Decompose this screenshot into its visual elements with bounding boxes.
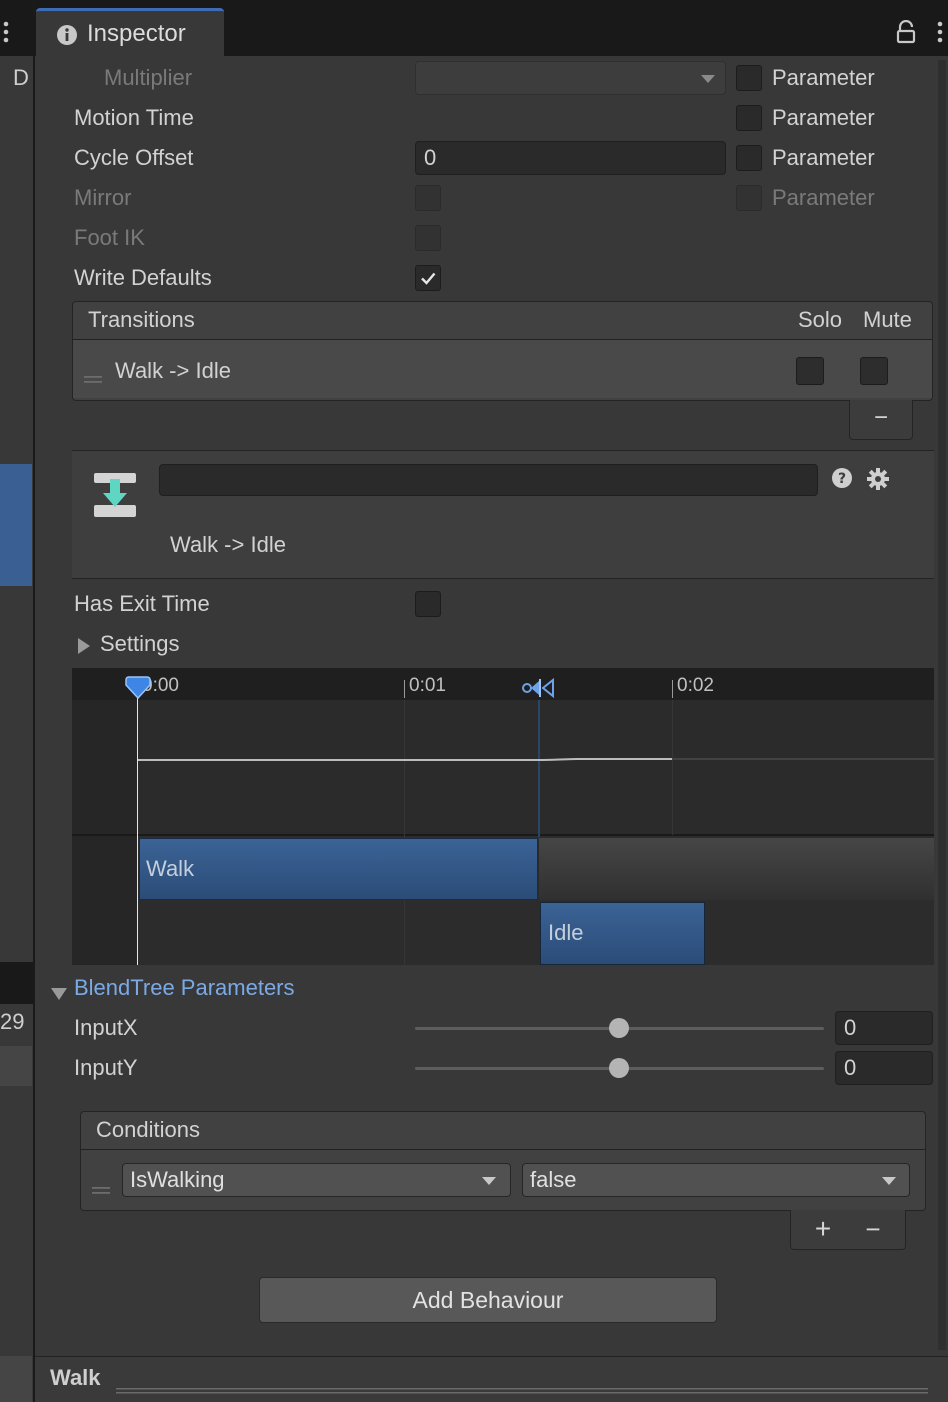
playhead-line <box>137 690 138 965</box>
write-defaults-checkbox[interactable] <box>415 265 441 291</box>
walk-clip[interactable]: Walk <box>139 838 538 900</box>
detail-bottom-divider <box>72 578 934 579</box>
inputx-slider-knob[interactable] <box>609 1018 629 1038</box>
left-dock-strip <box>0 0 34 1402</box>
solo-header: Solo <box>798 307 843 332</box>
blendtree-header[interactable]: BlendTree Parameters <box>74 973 295 1003</box>
inputx-field[interactable]: 0 <box>835 1011 933 1045</box>
footer-title: Walk <box>50 1365 101 1390</box>
transition-range-marker-icon[interactable] <box>520 677 558 699</box>
motion-time-parameter-checkbox[interactable] <box>736 105 762 131</box>
condition-value-dropdown[interactable]: false <box>522 1163 910 1197</box>
inputy-slider-knob[interactable] <box>609 1058 629 1078</box>
conditions-header-divider <box>81 1149 925 1150</box>
cycle-offset-label: Cycle Offset <box>74 145 194 170</box>
idle-clip[interactable]: Idle <box>540 902 705 965</box>
playhead-marker-icon[interactable] <box>124 676 152 700</box>
timeline-gutter <box>72 700 137 965</box>
left-strip-letter: D <box>13 65 29 90</box>
idle-clip-label: Idle <box>548 920 584 945</box>
svg-text:?: ? <box>838 471 846 487</box>
condition-parameter-value: IsWalking <box>130 1167 225 1192</box>
left-strip-number: 29 <box>0 1009 25 1034</box>
transition-detail-title: Walk -> Idle <box>170 532 286 557</box>
transition-name-field[interactable] <box>159 464 818 496</box>
transition-mute-checkbox[interactable] <box>860 357 888 385</box>
condition-parameter-dropdown[interactable]: IsWalking <box>122 1163 511 1197</box>
mute-header: Mute <box>863 307 912 332</box>
blendtree-foldout-arrow-icon[interactable] <box>50 981 68 1000</box>
foldout-arrow-icon[interactable] <box>76 635 92 654</box>
cycle-offset-parameter-checkbox[interactable] <box>736 145 762 171</box>
multiplier-parameter-checkbox[interactable] <box>736 65 762 91</box>
left-strip-bottom <box>0 1356 32 1402</box>
tab-inspector-label: Inspector <box>87 20 186 47</box>
add-condition-button[interactable]: + <box>808 1212 838 1246</box>
inputy-label: InputY <box>74 1055 138 1080</box>
info-icon <box>56 24 78 46</box>
multiplier-label: Multiplier <box>104 65 193 90</box>
condition-drag-handle-icon[interactable] <box>92 1175 110 1194</box>
timeline-ruler <box>72 668 934 700</box>
tab-inspector[interactable]: Inspector <box>36 8 224 56</box>
footer-resize-handle[interactable] <box>116 1375 928 1394</box>
walk-clip-tail <box>539 838 934 900</box>
cycle-offset-parameter-label: Parameter <box>772 145 875 170</box>
tick-2 <box>672 680 673 698</box>
transition-icon <box>92 471 138 519</box>
remove-condition-button[interactable]: − <box>858 1212 888 1246</box>
grid-line-1 <box>404 700 405 965</box>
add-behaviour-button[interactable]: Add Behaviour <box>259 1277 717 1323</box>
conditions-header: Conditions <box>96 1117 200 1142</box>
transitions-header: Transitions <box>88 307 195 332</box>
condition-value: false <box>530 1167 577 1192</box>
help-icon[interactable]: ? <box>831 467 853 489</box>
gear-icon[interactable] <box>866 467 890 491</box>
cycle-offset-field[interactable]: 0 <box>415 141 726 175</box>
dropdown-caret-icon <box>882 1177 896 1185</box>
inputx-label: InputX <box>74 1015 138 1040</box>
timeline[interactable] <box>72 668 934 965</box>
checkmark-icon <box>421 272 436 285</box>
mirror-checkbox[interactable] <box>415 185 441 211</box>
tick-label-2: 0:02 <box>677 675 714 696</box>
multiplier-dropdown[interactable] <box>415 61 726 95</box>
foot-ik-checkbox[interactable] <box>415 225 441 251</box>
left-kebab-menu-icon[interactable] <box>0 20 12 46</box>
tick-1 <box>404 680 405 698</box>
transition-solo-checkbox[interactable] <box>796 357 824 385</box>
transition-row[interactable]: Walk -> Idle <box>73 340 932 398</box>
foot-ik-label: Foot IK <box>74 225 145 250</box>
transitions-remove-button[interactable]: − <box>849 400 913 440</box>
timeline-clip-divider <box>72 834 934 836</box>
mirror-parameter-label: Parameter <box>772 185 875 210</box>
dropdown-caret-icon <box>482 1177 496 1185</box>
has-exit-time-checkbox[interactable] <box>415 591 441 617</box>
panel-divider <box>33 0 35 1402</box>
kebab-menu-icon[interactable] <box>934 20 946 46</box>
motion-time-label: Motion Time <box>74 105 194 130</box>
tick-label-1: 0:01 <box>409 675 446 696</box>
left-strip-divider <box>0 962 33 1004</box>
transition-name: Walk -> Idle <box>115 358 231 383</box>
drag-handle-icon <box>84 364 102 383</box>
inputy-field[interactable]: 0 <box>835 1051 933 1085</box>
dropdown-caret-icon <box>701 75 715 83</box>
panel-scrollbar[interactable] <box>938 60 946 1350</box>
mirror-label: Mirror <box>74 185 132 210</box>
write-defaults-label: Write Defaults <box>74 265 212 290</box>
left-strip-selection[interactable] <box>0 464 32 586</box>
lock-icon[interactable] <box>895 19 917 44</box>
multiplier-parameter-label: Parameter <box>772 65 875 90</box>
transition-curve <box>137 758 934 761</box>
motion-time-parameter-label: Parameter <box>772 105 875 130</box>
settings-foldout-label[interactable]: Settings <box>100 629 180 659</box>
left-strip-row <box>0 1046 32 1086</box>
walk-clip-label: Walk <box>146 856 195 881</box>
mirror-parameter-checkbox[interactable] <box>736 185 762 211</box>
has-exit-time-label: Has Exit Time <box>74 591 210 616</box>
